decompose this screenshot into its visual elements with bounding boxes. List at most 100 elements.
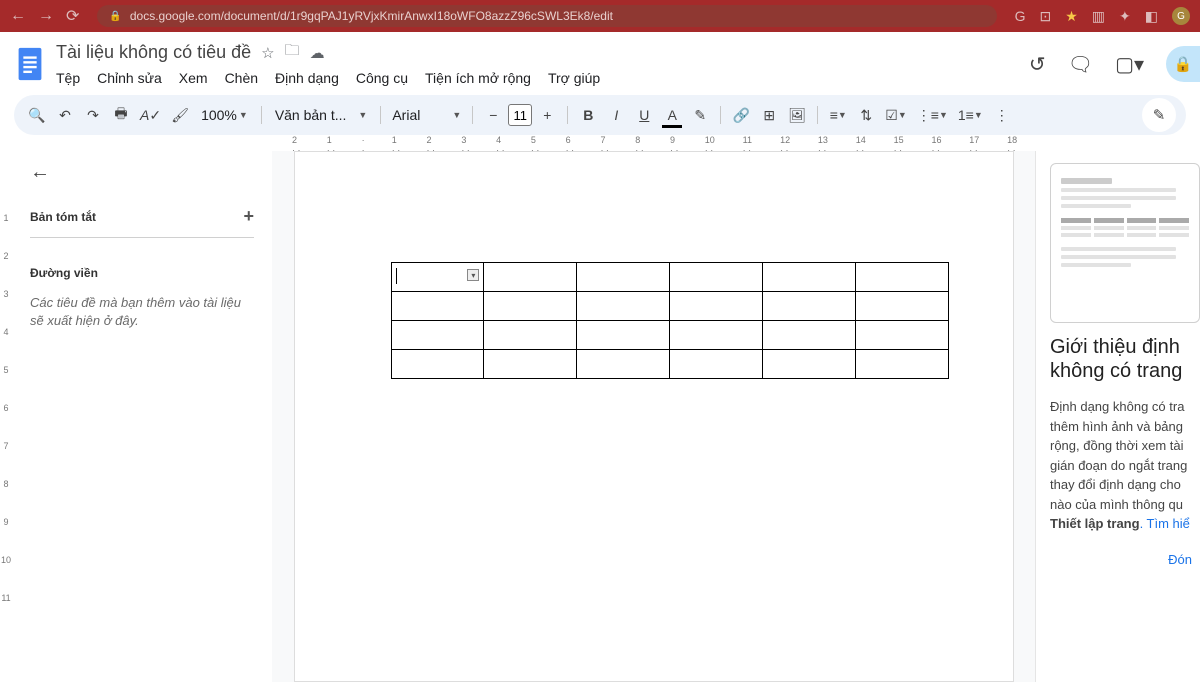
- learn-more-link[interactable]: . Tìm hiể: [1140, 516, 1190, 531]
- table-cell[interactable]: [762, 263, 855, 292]
- chevron-down-icon: ▼: [239, 110, 248, 120]
- font-size-input[interactable]: [508, 104, 532, 126]
- menu-extensions[interactable]: Tiện ích mở rộng: [425, 70, 531, 86]
- comments-icon[interactable]: 🗨: [1068, 52, 1093, 77]
- outline-placeholder-text: Các tiêu đề mà bạn thêm vào tài liệu sẽ …: [30, 294, 254, 330]
- table-cell[interactable]: [391, 350, 484, 379]
- toolbar-separator: [380, 106, 381, 124]
- profile-avatar[interactable]: G: [1172, 7, 1190, 25]
- menu-file[interactable]: Tệp: [56, 70, 80, 86]
- table-cell[interactable]: [855, 292, 948, 321]
- vertical-ruler[interactable]: 1234567891011: [0, 151, 12, 682]
- document-table[interactable]: ▾: [391, 262, 949, 379]
- history-icon[interactable]: ↺: [1029, 52, 1046, 77]
- extensions-puzzle-icon[interactable]: ✦: [1119, 8, 1131, 25]
- menu-edit[interactable]: Chỉnh sửa: [97, 70, 162, 86]
- spellcheck-icon[interactable]: A✓: [136, 101, 165, 129]
- table-cell[interactable]: [577, 292, 670, 321]
- zoom-select[interactable]: 100% ▼: [195, 107, 254, 123]
- redo-icon[interactable]: ↷: [80, 101, 106, 129]
- reader-icon[interactable]: ▥: [1092, 8, 1105, 25]
- more-options-button[interactable]: ⋮: [989, 101, 1015, 129]
- table-cell[interactable]: [484, 263, 577, 292]
- move-folder-icon[interactable]: 🗀: [285, 40, 300, 65]
- insert-comment-button[interactable]: ⊞: [756, 101, 782, 129]
- table-cell[interactable]: [669, 350, 762, 379]
- underline-button[interactable]: U: [631, 101, 657, 129]
- increase-font-size-button[interactable]: +: [534, 101, 560, 129]
- right-info-panel: Giới thiệu định không có trang Định dạng…: [1035, 151, 1200, 682]
- toolbar: 🔍 ↶ ↷ 🖶 A✓ 🖌 100% ▼ Văn bản t... ▼ Arial…: [14, 95, 1186, 135]
- browser-tab-bar: ← → ⟳ 🔒 docs.google.com/document/d/1r9gq…: [0, 0, 1200, 32]
- menu-tools[interactable]: Công cụ: [356, 70, 408, 86]
- close-outline-icon[interactable]: ←: [30, 161, 50, 184]
- horizontal-ruler[interactable]: 2 · ·1 · · · ·1 · ·2 · ·3 · ·4 · ·5 · ·6…: [282, 135, 1030, 151]
- menu-help[interactable]: Trợ giúp: [548, 70, 600, 86]
- table-cell[interactable]: [391, 292, 484, 321]
- document-title[interactable]: Tài liệu không có tiêu đề: [56, 42, 251, 63]
- browser-reload-icon[interactable]: ⟳: [66, 6, 79, 26]
- right-panel-body: Định dạng không có tra thêm hình ảnh và …: [1050, 397, 1200, 534]
- italic-button[interactable]: I: [603, 101, 629, 129]
- table-cell[interactable]: [577, 350, 670, 379]
- font-select[interactable]: Arial ▼: [388, 107, 465, 123]
- table-cell-menu-icon[interactable]: ▾: [467, 269, 479, 281]
- table-cell[interactable]: [762, 350, 855, 379]
- table-cell[interactable]: [669, 263, 762, 292]
- document-canvas[interactable]: ▾: [272, 151, 1035, 682]
- table-cell[interactable]: [484, 350, 577, 379]
- table-cell[interactable]: [855, 350, 948, 379]
- document-page[interactable]: ▾: [294, 151, 1014, 682]
- bulleted-list-button[interactable]: ⋮≡ ▼: [913, 101, 952, 129]
- decrease-font-size-button[interactable]: −: [480, 101, 506, 129]
- panel-icon[interactable]: ◧: [1145, 8, 1158, 25]
- toolbar-separator: [472, 106, 473, 124]
- menu-insert[interactable]: Chèn: [225, 70, 258, 86]
- browser-url-bar[interactable]: 🔒 docs.google.com/document/d/1r9gqPAJ1yR…: [97, 5, 996, 27]
- table-cell[interactable]: [762, 292, 855, 321]
- install-icon[interactable]: ⊡: [1040, 8, 1052, 25]
- star-icon[interactable]: ☆: [261, 44, 274, 62]
- table-cell[interactable]: [577, 263, 670, 292]
- table-cell[interactable]: [669, 321, 762, 350]
- cloud-saved-icon: ☁: [310, 44, 325, 62]
- line-spacing-button[interactable]: ⇅: [853, 101, 879, 129]
- highlight-color-button[interactable]: ✎: [687, 101, 713, 129]
- table-cell[interactable]: [762, 321, 855, 350]
- right-panel-close-link[interactable]: Đón: [1050, 552, 1200, 567]
- browser-forward-icon[interactable]: →: [38, 7, 54, 25]
- table-cell[interactable]: [484, 292, 577, 321]
- insert-link-button[interactable]: 🔗: [728, 101, 754, 129]
- google-g-icon[interactable]: G: [1015, 8, 1026, 24]
- share-button[interactable]: 🔒: [1166, 46, 1200, 82]
- paragraph-style-value: Văn bản t...: [275, 107, 347, 123]
- table-cell[interactable]: [855, 263, 948, 292]
- table-cell[interactable]: [484, 321, 577, 350]
- checklist-button[interactable]: ☑ ▼: [881, 101, 910, 129]
- table-cell[interactable]: [855, 321, 948, 350]
- docs-logo-icon[interactable]: [14, 44, 46, 84]
- insert-image-button[interactable]: 🖼: [784, 101, 810, 129]
- print-icon[interactable]: 🖶: [108, 101, 134, 129]
- bold-button[interactable]: B: [575, 101, 601, 129]
- editing-mode-button[interactable]: ✎: [1142, 98, 1176, 132]
- table-cell[interactable]: [391, 321, 484, 350]
- undo-icon[interactable]: ↶: [52, 101, 78, 129]
- align-button[interactable]: ≡ ▼: [825, 101, 851, 129]
- text-color-button[interactable]: A: [659, 101, 685, 129]
- menu-format[interactable]: Định dạng: [275, 70, 339, 86]
- numbered-list-button[interactable]: 1≡ ▼: [954, 101, 987, 129]
- outline-heading: Đường viền: [30, 266, 254, 280]
- menu-view[interactable]: Xem: [179, 70, 208, 86]
- browser-back-icon[interactable]: ←: [10, 7, 26, 25]
- zoom-value: 100%: [201, 107, 237, 123]
- meet-camera-icon[interactable]: ▢▾: [1115, 52, 1144, 77]
- bookmark-star-icon[interactable]: ★: [1065, 8, 1078, 25]
- add-summary-button[interactable]: +: [243, 206, 254, 227]
- table-cell[interactable]: [669, 292, 762, 321]
- table-cell[interactable]: [577, 321, 670, 350]
- search-icon[interactable]: 🔍: [24, 101, 50, 129]
- paint-format-icon[interactable]: 🖌: [167, 101, 193, 129]
- paragraph-style-select[interactable]: Văn bản t... ▼: [269, 107, 374, 123]
- table-cell[interactable]: ▾: [391, 263, 484, 292]
